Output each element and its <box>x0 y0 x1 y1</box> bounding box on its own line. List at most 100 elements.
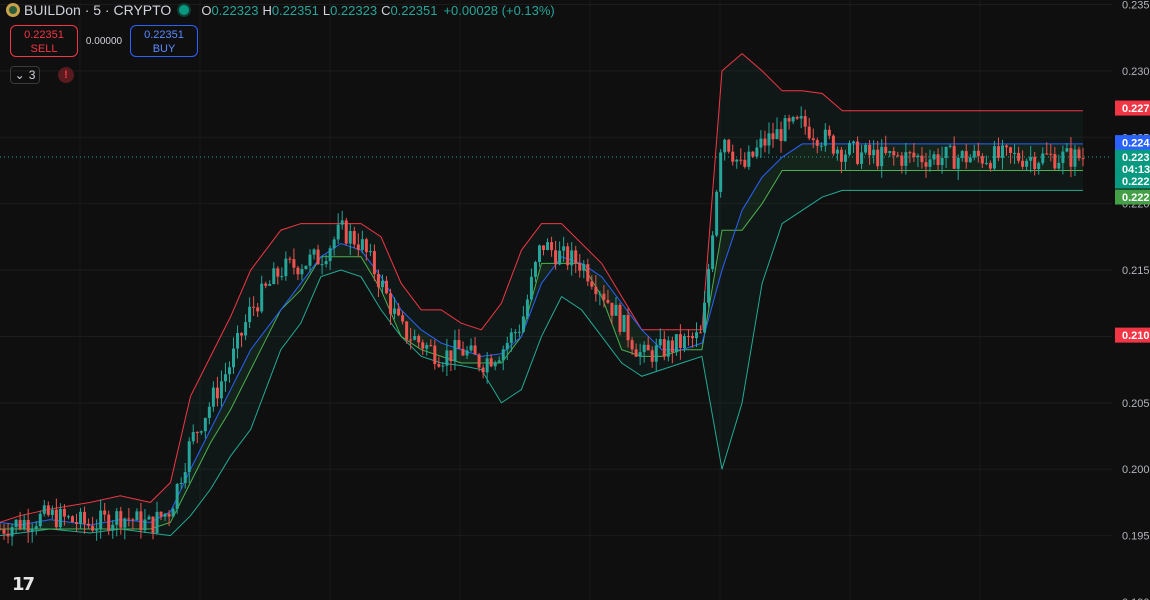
candle-body <box>364 239 368 253</box>
candle-body <box>437 364 441 367</box>
candle-body <box>658 339 662 346</box>
candle-body <box>630 340 634 350</box>
candle-body <box>896 155 900 157</box>
candle-body <box>626 315 630 341</box>
candle-body <box>590 281 594 287</box>
candle-body <box>606 299 610 303</box>
candle-body <box>928 159 932 167</box>
warning-icon[interactable]: ! <box>58 67 74 83</box>
candle-body <box>127 518 131 520</box>
candle-body <box>445 350 449 366</box>
candle-body <box>904 152 908 166</box>
candle-body <box>771 133 775 140</box>
candle-body <box>984 163 988 165</box>
candle-body <box>533 262 537 277</box>
candle-body <box>980 156 984 164</box>
candle-body <box>795 116 799 119</box>
candle-body <box>735 159 739 162</box>
candle-body <box>952 145 956 169</box>
candle-body <box>868 144 872 156</box>
candle-body <box>872 149 876 156</box>
candle-body <box>276 268 280 277</box>
buy-button[interactable]: 0.22351 BUY <box>130 25 198 57</box>
candle-body <box>280 276 284 278</box>
candle-body <box>70 516 74 523</box>
candle-body <box>457 339 461 349</box>
candle-body <box>646 344 650 351</box>
sell-button[interactable]: 0.22351 SELL <box>10 25 78 57</box>
candle-body <box>521 316 525 332</box>
candle-body <box>155 511 159 533</box>
candle-body <box>179 482 183 485</box>
candle-body <box>473 345 477 355</box>
indicators-toggle[interactable]: ⌄ 3 <box>10 66 40 84</box>
candle-body <box>912 152 916 158</box>
candle-body <box>433 345 437 365</box>
y-tick-label: 0.230 <box>1122 66 1150 78</box>
candle-body <box>79 511 83 524</box>
candle-body <box>58 508 62 528</box>
candle-body <box>1057 162 1061 169</box>
price-axis[interactable]: 0.2350.2300.2250.2200.2150.2100.2050.200… <box>1115 0 1150 600</box>
candle-body <box>284 258 288 277</box>
price-label: 0.210 <box>1122 330 1150 342</box>
candle-body <box>944 146 948 158</box>
candle-body <box>199 431 203 433</box>
close-value: 0.22351 <box>390 2 438 18</box>
candle-body <box>389 293 393 314</box>
candle-body <box>10 527 14 537</box>
candle-body <box>135 511 139 521</box>
candle-body <box>924 162 928 167</box>
candle-body <box>485 358 489 373</box>
candle-body <box>497 360 501 363</box>
candle-body <box>880 146 884 167</box>
candle-body <box>787 118 791 122</box>
symbol-title[interactable]: BUILDon · 5 · CRYPTO <box>24 2 171 18</box>
candle-body <box>1045 153 1049 155</box>
candle-body <box>223 374 227 382</box>
candle-body <box>139 511 143 531</box>
y-tick-label: 0.235 <box>1122 0 1150 12</box>
candle-body <box>578 263 582 271</box>
candle-body <box>715 191 719 236</box>
candle-body <box>131 519 135 521</box>
candle-body <box>811 138 815 141</box>
candle-body <box>856 141 860 164</box>
candle-body <box>1041 153 1045 164</box>
price-label: 0.224 <box>1122 138 1150 150</box>
candle-body <box>0 528 2 530</box>
candle-body <box>417 336 421 343</box>
candle-body <box>666 340 670 357</box>
candle-body <box>54 509 58 528</box>
candle-body <box>227 367 231 375</box>
candle-body <box>948 145 952 147</box>
candle-body <box>767 133 771 146</box>
candle-body <box>723 139 727 153</box>
candle-body <box>62 508 66 517</box>
candle-body <box>638 352 642 357</box>
candle-body <box>537 245 541 263</box>
price-label: 0.227 <box>1122 103 1150 115</box>
candle-body <box>747 151 751 167</box>
candle-body <box>356 244 360 250</box>
candle-body <box>542 245 546 250</box>
price-chart[interactable]: 0.2350.2300.2250.2200.2150.2100.2050.200… <box>0 0 1150 600</box>
candle-body <box>232 348 236 368</box>
candle-body <box>143 519 147 531</box>
candle-body <box>183 472 187 483</box>
candle-body <box>409 339 413 341</box>
candle-body <box>99 510 103 529</box>
candle-body <box>215 387 219 399</box>
candle-body <box>956 157 960 169</box>
candle-body <box>703 302 707 333</box>
candle-body <box>574 250 578 264</box>
candle-body <box>328 248 332 262</box>
candle-body <box>191 432 195 442</box>
candle-body <box>815 140 819 146</box>
candle-body <box>876 149 880 167</box>
market-open-icon <box>179 5 190 15</box>
candle-body <box>695 332 699 339</box>
tradingview-logo-icon[interactable]: 17 <box>12 574 35 595</box>
candle-body <box>598 293 602 295</box>
candle-body <box>566 246 570 266</box>
